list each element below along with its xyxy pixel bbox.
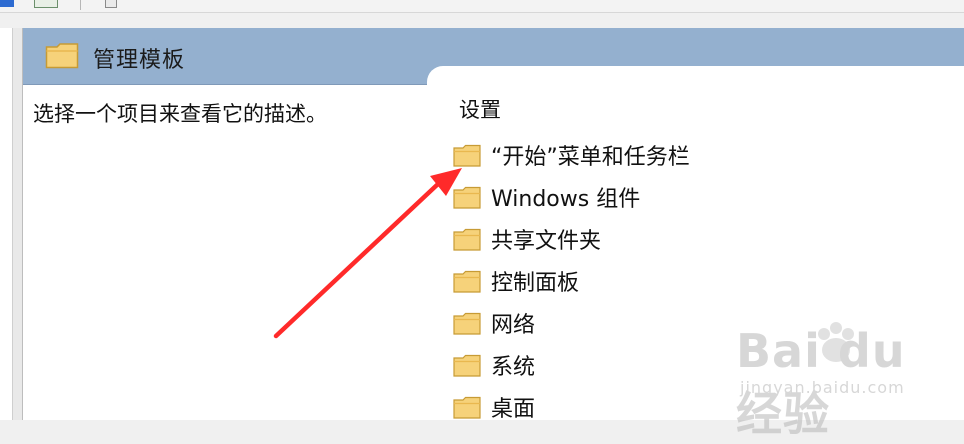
list-item-label: 桌面 <box>491 397 536 422</box>
column-header-settings[interactable]: 设置 <box>459 94 501 124</box>
folder-icon <box>45 43 79 69</box>
folder-icon <box>453 312 481 335</box>
list-item-windows-components[interactable]: Windows 组件 <box>453 176 690 218</box>
list-item-desktop[interactable]: 桌面 <box>453 386 690 428</box>
toolbar-separator <box>80 0 81 10</box>
folder-icon <box>453 354 481 377</box>
list-item-label: Windows 组件 <box>491 187 641 212</box>
toolbar-filter-icon[interactable] <box>105 0 117 8</box>
watermark: Bai du 经验 jingyan.baidu.com <box>736 318 936 441</box>
list-item-label: “开始”菜单和任务栏 <box>491 145 690 170</box>
description-text: 选择一个项目来查看它的描述。 <box>33 102 327 126</box>
list-item-label: 系统 <box>491 355 536 380</box>
list-item-label: 共享文件夹 <box>491 229 602 254</box>
list-item-label: 控制面板 <box>491 271 580 296</box>
toolbar <box>0 0 964 13</box>
list-item-shared-folders[interactable]: 共享文件夹 <box>453 218 690 260</box>
toolbar-back-icon[interactable] <box>0 0 14 7</box>
folder-icon <box>453 396 481 419</box>
folder-icon <box>453 228 481 251</box>
folder-icon <box>453 186 481 209</box>
navigation-pane[interactable] <box>0 28 13 420</box>
page-title: 管理模板 <box>93 48 186 73</box>
toolbar-properties-icon[interactable] <box>34 0 58 8</box>
list-item-system[interactable]: 系统 <box>453 344 690 386</box>
folder-icon <box>453 270 481 293</box>
watermark-url: jingyan.baidu.com <box>740 378 905 397</box>
list-item-network[interactable]: 网络 <box>453 302 690 344</box>
list-item-start-menu-taskbar[interactable]: “开始”菜单和任务栏 <box>453 134 690 176</box>
list-item-control-panel[interactable]: 控制面板 <box>453 260 690 302</box>
folder-icon <box>453 144 481 167</box>
list-item-label: 网络 <box>491 313 536 338</box>
settings-list: “开始”菜单和任务栏 Windows 组件 共享文件夹 控制面板 网络 系统 桌… <box>453 134 690 428</box>
